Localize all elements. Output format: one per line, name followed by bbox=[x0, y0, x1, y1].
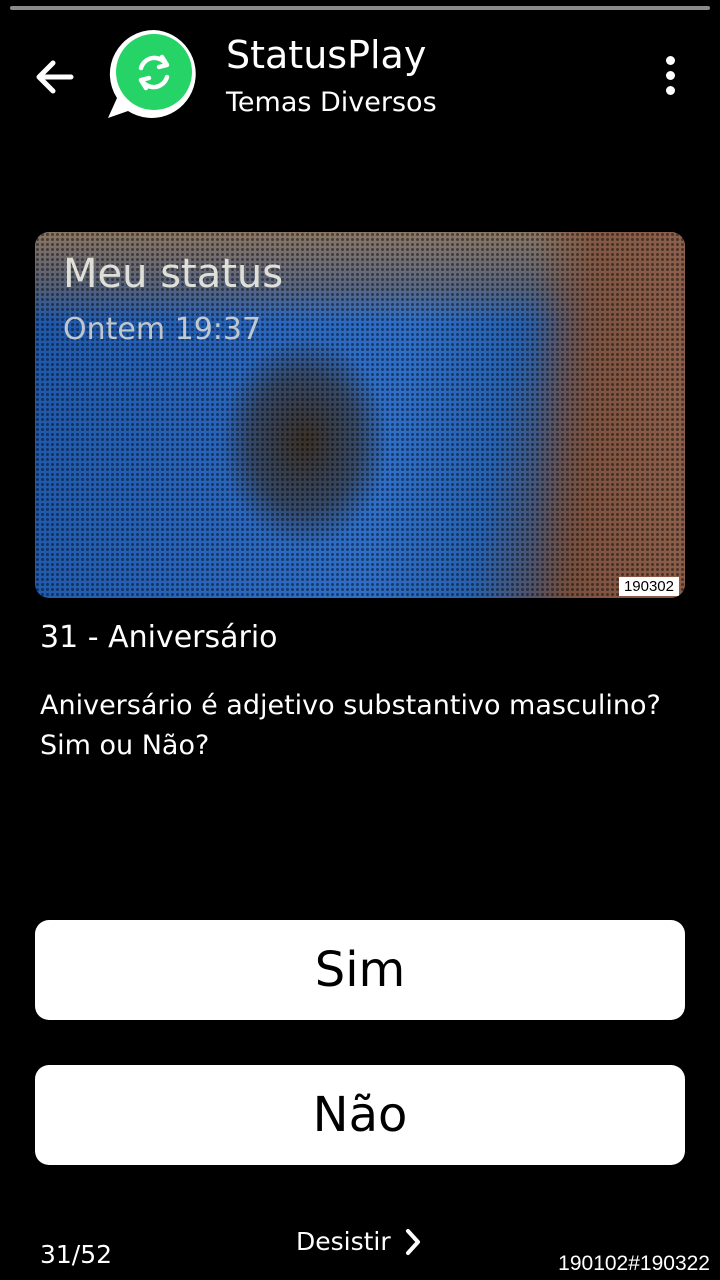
more-vertical-icon-dot bbox=[665, 70, 675, 80]
answer-no-button[interactable]: Não bbox=[35, 1065, 685, 1165]
question-progress: 31/52 bbox=[40, 1240, 113, 1269]
app-title: StatusPlay bbox=[226, 33, 427, 77]
app-logo bbox=[108, 29, 196, 118]
arrow-left-icon bbox=[36, 60, 74, 94]
status-image: Meu status Ontem 19:37 190302 bbox=[35, 232, 685, 598]
footer-code: 190102#190322 bbox=[558, 1252, 710, 1275]
chevron-right-icon bbox=[405, 1229, 420, 1255]
question-title: 31 - Aniversário bbox=[40, 620, 278, 655]
answer-yes-button[interactable]: Sim bbox=[35, 920, 685, 1020]
top-divider bbox=[10, 6, 710, 10]
more-options-button[interactable] bbox=[650, 50, 690, 100]
image-id-tag: 190302 bbox=[618, 577, 679, 596]
more-vertical-icon-dot bbox=[665, 85, 675, 95]
app-subtitle: Temas Diversos bbox=[226, 87, 437, 118]
quit-label: Desistir bbox=[296, 1227, 391, 1256]
question-text: Aniversário é adjetivo substantivo mascu… bbox=[40, 690, 661, 761]
back-button[interactable] bbox=[28, 50, 82, 104]
status-time: Ontem 19:37 bbox=[63, 312, 262, 347]
more-vertical-icon bbox=[665, 55, 675, 65]
quit-button[interactable]: Desistir bbox=[296, 1222, 423, 1262]
status-label: Meu status bbox=[63, 251, 284, 297]
